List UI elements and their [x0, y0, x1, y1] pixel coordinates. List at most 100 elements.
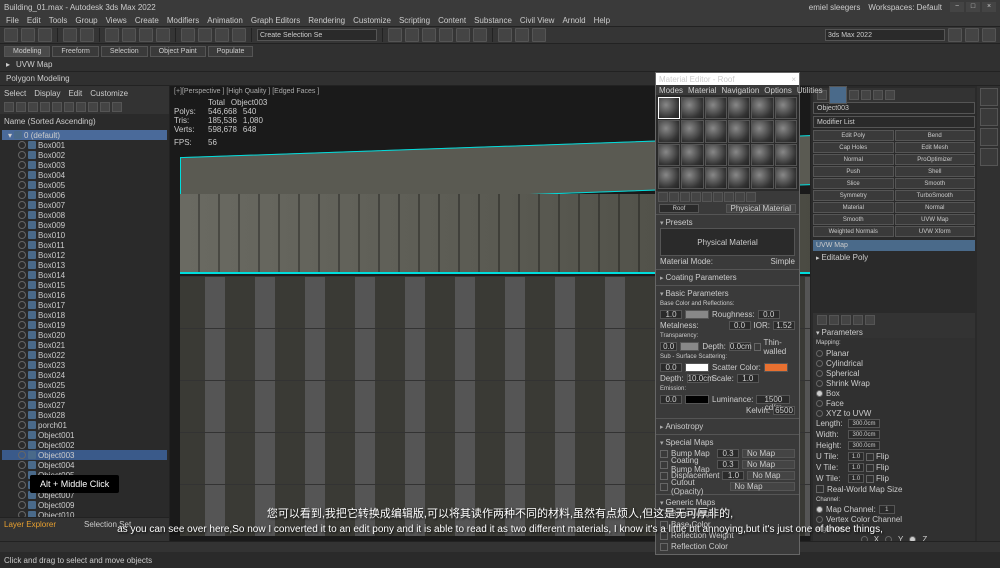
- tree-item[interactable]: Box014: [2, 270, 167, 280]
- modifier-button[interactable]: ProOptimizer: [895, 154, 976, 165]
- me-tool[interactable]: [702, 192, 712, 202]
- me-tool[interactable]: [735, 192, 745, 202]
- tree-item[interactable]: Box022: [2, 350, 167, 360]
- length-spinner[interactable]: 300.0cm: [848, 419, 880, 428]
- material-slot[interactable]: [751, 120, 773, 142]
- motion-tab[interactable]: [861, 90, 871, 100]
- material-slot[interactable]: [775, 144, 797, 166]
- tree-item[interactable]: Box008: [2, 210, 167, 220]
- tool-button[interactable]: [4, 28, 18, 42]
- material-slot[interactable]: [681, 120, 703, 142]
- material-slot[interactable]: [681, 97, 703, 119]
- utile-spinner[interactable]: 1.0: [848, 452, 864, 461]
- tool-button[interactable]: [456, 28, 470, 42]
- tree-item[interactable]: Box017: [2, 300, 167, 310]
- tree-item[interactable]: Box015: [2, 280, 167, 290]
- modifier-button[interactable]: Cap Holes: [813, 142, 894, 153]
- tree-item[interactable]: Box006: [2, 190, 167, 200]
- metal-spinner[interactable]: 0.0: [729, 321, 751, 330]
- side-tab[interactable]: [980, 88, 998, 106]
- menu-file[interactable]: File: [6, 16, 19, 25]
- y-radio[interactable]: [885, 536, 892, 541]
- menu-modifiers[interactable]: Modifiers: [167, 16, 199, 25]
- tree-item[interactable]: Box018: [2, 310, 167, 320]
- left-tab-display[interactable]: Display: [34, 89, 60, 98]
- stack-tool[interactable]: [865, 315, 875, 325]
- stack-tool[interactable]: [841, 315, 851, 325]
- disp-map-button[interactable]: No Map: [747, 471, 795, 480]
- material-slot[interactable]: [751, 97, 773, 119]
- rotate-tool[interactable]: [139, 28, 153, 42]
- bump-check[interactable]: [660, 450, 668, 458]
- selection-filter[interactable]: Create Selection Se: [257, 29, 377, 41]
- rough-spinner[interactable]: 0.0: [758, 310, 780, 319]
- display-tab[interactable]: [873, 90, 883, 100]
- material-slot[interactable]: [728, 97, 750, 119]
- modifier-button[interactable]: Symmetry: [813, 190, 894, 201]
- box-radio[interactable]: [816, 390, 823, 397]
- modifier-list-dropdown[interactable]: Modifier List: [813, 116, 975, 128]
- emit-swatch[interactable]: [685, 395, 709, 404]
- tree-item[interactable]: Box027: [2, 400, 167, 410]
- tool-button[interactable]: [948, 28, 962, 42]
- ior-spinner[interactable]: 1.52: [773, 321, 795, 330]
- me-close[interactable]: ×: [791, 75, 796, 84]
- hierarchy-tab[interactable]: [849, 90, 859, 100]
- tree-item[interactable]: Box004: [2, 170, 167, 180]
- menu-tools[interactable]: Tools: [49, 16, 68, 25]
- material-slot[interactable]: [681, 167, 703, 189]
- bump-spinner[interactable]: 0.3: [717, 449, 739, 458]
- wtile-spinner[interactable]: 1.0: [848, 474, 864, 483]
- tree-item[interactable]: Box009: [2, 220, 167, 230]
- scene-tool[interactable]: [64, 102, 74, 112]
- modifier-stack-editpoly[interactable]: ▸ Editable Poly: [813, 253, 975, 263]
- modifier-button[interactable]: UVW Map: [895, 214, 976, 225]
- stack-tool[interactable]: [829, 315, 839, 325]
- me-tool[interactable]: [658, 192, 668, 202]
- me-menu-util[interactable]: Utilities: [797, 86, 823, 95]
- scene-tool[interactable]: [16, 102, 26, 112]
- scene-tool[interactable]: [88, 102, 98, 112]
- coatbump-map-button[interactable]: No Map: [742, 460, 795, 469]
- left-tab-select[interactable]: Select: [4, 89, 26, 98]
- menu-civilview[interactable]: Civil View: [520, 16, 555, 25]
- material-slot[interactable]: [775, 120, 797, 142]
- me-menu-options[interactable]: Options: [764, 86, 792, 95]
- side-tab[interactable]: [980, 108, 998, 126]
- tree-item[interactable]: Box002: [2, 150, 167, 160]
- scale-spinner[interactable]: 1.0: [737, 374, 759, 383]
- tool-button[interactable]: [965, 28, 979, 42]
- tree-item[interactable]: Box007: [2, 200, 167, 210]
- scene-tool[interactable]: [112, 102, 122, 112]
- tree-item[interactable]: Box023: [2, 360, 167, 370]
- menu-substance[interactable]: Substance: [474, 16, 512, 25]
- me-tool[interactable]: [680, 192, 690, 202]
- kelvin-spinner[interactable]: 6500: [773, 406, 795, 415]
- tree-item[interactable]: Box003: [2, 160, 167, 170]
- material-slot[interactable]: [775, 167, 797, 189]
- material-editor-window[interactable]: Material Editor - Roof× Modes Material N…: [655, 72, 800, 555]
- stack-tool[interactable]: [817, 315, 827, 325]
- tree-item[interactable]: Object004: [2, 460, 167, 470]
- material-slot[interactable]: [658, 120, 680, 142]
- emit-spinner[interactable]: 0.0: [660, 395, 682, 404]
- tool-button[interactable]: [198, 28, 212, 42]
- tool-button[interactable]: [388, 28, 402, 42]
- me-name-input[interactable]: Roof: [659, 204, 699, 213]
- parameters-rollout[interactable]: ▾ Parameters: [813, 327, 975, 338]
- material-slot[interactable]: [751, 167, 773, 189]
- tree-item[interactable]: Object003: [2, 450, 167, 460]
- modifier-button[interactable]: TurboSmooth: [895, 190, 976, 201]
- tool-button[interactable]: [21, 28, 35, 42]
- move-tool[interactable]: [122, 28, 136, 42]
- tree-item[interactable]: Box025: [2, 380, 167, 390]
- tree-item[interactable]: Box024: [2, 370, 167, 380]
- left-tab-edit[interactable]: Edit: [68, 89, 82, 98]
- me-tool[interactable]: [746, 192, 756, 202]
- me-tool[interactable]: [691, 192, 701, 202]
- disp-check[interactable]: [660, 472, 668, 480]
- cutout-map-button[interactable]: No Map: [730, 482, 796, 491]
- material-slot[interactable]: [705, 120, 727, 142]
- menu-animation[interactable]: Animation: [207, 16, 243, 25]
- trans-swatch[interactable]: [680, 342, 699, 351]
